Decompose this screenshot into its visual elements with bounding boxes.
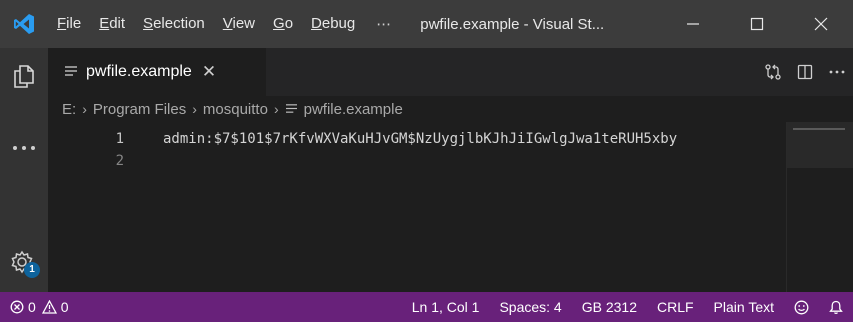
editor-area[interactable]: 1 2 admin:$7$101$7rKfvWXVaKuHJvGM$NzUygj… [48, 122, 853, 292]
breadcrumb-mosquitto[interactable]: mosquitto [203, 101, 268, 118]
indentation[interactable]: Spaces: 4 [489, 299, 571, 315]
minimap[interactable] [786, 122, 853, 292]
settings-gear-icon[interactable]: 1 [0, 240, 48, 288]
breadcrumb-separator-icon: › [82, 101, 87, 117]
notifications-bell-icon[interactable] [819, 300, 853, 315]
tab-label: pwfile.example [86, 63, 192, 80]
warning-count: 0 [60, 299, 69, 315]
vscode-window: File Edit Selection View Go Debug ⋯ pwfi… [0, 0, 853, 322]
compare-changes-icon[interactable] [757, 48, 789, 96]
breadcrumb-file[interactable]: pwfile.example [304, 101, 403, 118]
error-icon [10, 299, 24, 315]
breadcrumb-separator-icon: › [273, 101, 279, 117]
menu-more-icon[interactable]: ⋯ [364, 15, 404, 33]
close-icon[interactable] [789, 0, 853, 48]
code-line[interactable] [163, 150, 787, 172]
activity-bar: 1 [0, 48, 48, 292]
split-editor-icon[interactable] [789, 48, 821, 96]
warning-icon [41, 299, 57, 315]
line-number-gutter: 1 2 [48, 128, 132, 172]
explorer-icon[interactable] [0, 52, 48, 100]
breadcrumb-separator-icon: › [192, 101, 197, 117]
menu-go[interactable]: Go [264, 0, 302, 48]
window-title: pwfile.example - Visual St... [420, 15, 605, 33]
breadcrumb-program-files[interactable]: Program Files [93, 101, 186, 118]
more-icon[interactable] [0, 124, 48, 172]
menu-bar: File Edit Selection View Go Debug ⋯ [48, 0, 404, 48]
minimap-line [793, 128, 845, 130]
breadcrumb: E: › Program Files › mosquitto › pwfile.… [48, 96, 853, 122]
menu-edit[interactable]: Edit [90, 0, 134, 48]
title-bar: File Edit Selection View Go Debug ⋯ pwfi… [0, 0, 853, 48]
line-number: 1 [115, 131, 124, 147]
editor-actions [757, 48, 853, 96]
feedback-smiley-icon[interactable] [784, 300, 819, 315]
menu-selection[interactable]: Selection [134, 0, 214, 48]
breadcrumb-drive[interactable]: E: [62, 101, 76, 118]
menu-view[interactable]: View [214, 0, 264, 48]
vscode-logo-icon [0, 0, 48, 48]
plaintext-file-icon [285, 101, 298, 118]
language-mode[interactable]: Plain Text [704, 299, 784, 315]
end-of-line[interactable]: CRLF [647, 299, 704, 315]
tabs-bar: pwfile.example ✕ [48, 48, 853, 96]
error-count: 0 [28, 299, 36, 315]
encoding[interactable]: GB 2312 [572, 299, 647, 315]
cursor-position[interactable]: Ln 1, Col 1 [402, 299, 490, 315]
maximize-icon[interactable] [725, 0, 789, 48]
line-number: 2 [115, 153, 124, 169]
problems-indicator[interactable]: 0 0 [0, 299, 69, 315]
code-line[interactable]: admin:$7$101$7rKfvWXVaKuHJvGM$NzUygjlbKJ… [163, 128, 787, 150]
status-bar: 0 0 Ln 1, Col 1 Spaces: 4 GB 2312 CRLF P… [0, 292, 853, 322]
code-content[interactable]: admin:$7$101$7rKfvWXVaKuHJvGM$NzUygjlbKJ… [163, 128, 787, 172]
settings-badge: 1 [24, 262, 40, 278]
window-controls [661, 0, 853, 48]
status-bar-right: Ln 1, Col 1 Spaces: 4 GB 2312 CRLF Plain… [402, 292, 853, 322]
tab-close-icon[interactable]: ✕ [202, 62, 216, 82]
menu-debug[interactable]: Debug [302, 0, 364, 48]
menu-file[interactable]: File [48, 0, 90, 48]
minimize-icon[interactable] [661, 0, 725, 48]
tab-pwfile-example[interactable]: pwfile.example ✕ [48, 48, 266, 96]
plaintext-file-icon [64, 64, 78, 81]
more-actions-icon[interactable] [821, 48, 853, 96]
